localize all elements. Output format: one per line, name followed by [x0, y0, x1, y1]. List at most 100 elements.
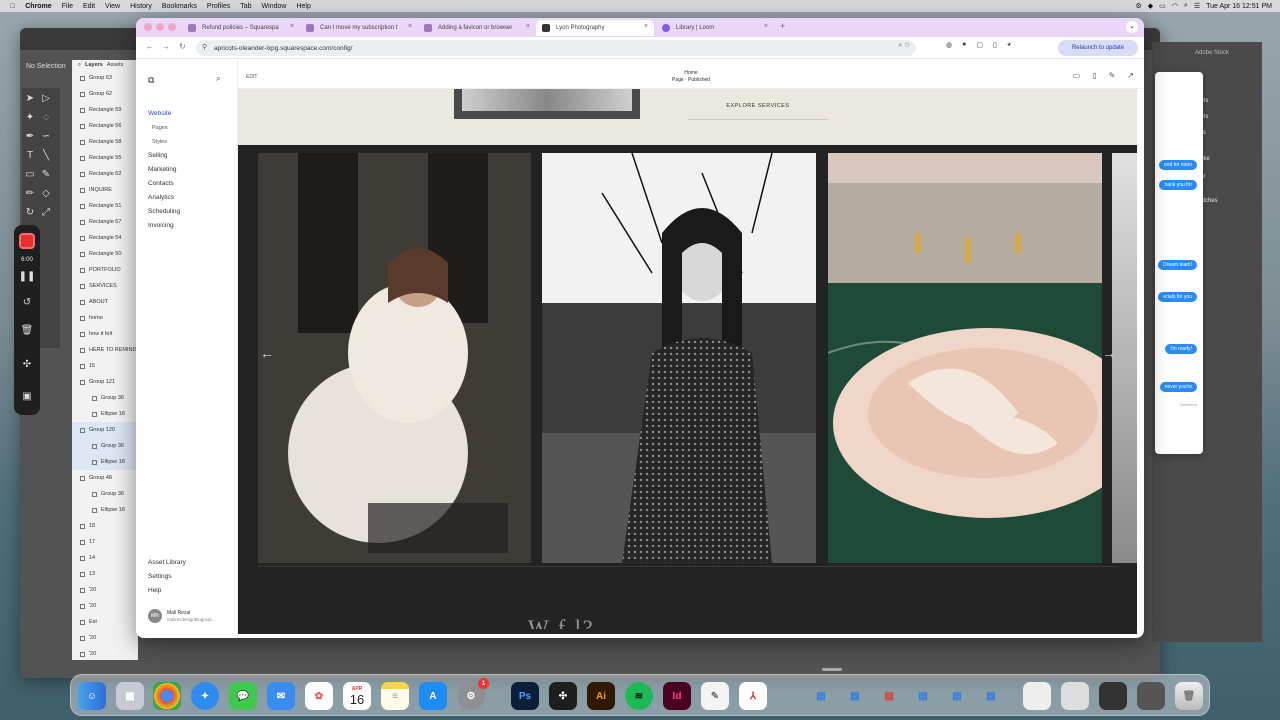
- close-tab-icon[interactable]: ×: [764, 23, 768, 30]
- layer-row[interactable]: Group 62: [72, 86, 138, 102]
- gallery-photo-shoes-sink[interactable]: [828, 153, 1102, 563]
- gallery-photo-sequin-dress[interactable]: [542, 153, 816, 563]
- restart-icon[interactable]: ↺: [14, 297, 40, 308]
- layer-row[interactable]: Group 36: [72, 486, 138, 502]
- safari-icon[interactable]: ✦: [191, 682, 219, 710]
- document-icon[interactable]: ▤: [977, 682, 1005, 710]
- layer-row[interactable]: '20: [72, 630, 138, 646]
- layer-row[interactable]: ABOUT: [72, 294, 138, 310]
- gallery-next-arrow-icon[interactable]: →: [1102, 345, 1116, 361]
- sidebar-item-website[interactable]: Website: [148, 110, 171, 117]
- layer-row[interactable]: Rectangle 51: [72, 198, 138, 214]
- tab-refund-policies[interactable]: Refund policies – Squarespa ×: [182, 20, 300, 36]
- layer-row[interactable]: Group 120: [72, 422, 138, 438]
- layer-row[interactable]: Ellipse 18: [72, 502, 138, 518]
- maximize-window-button[interactable]: [168, 23, 176, 31]
- layer-row[interactable]: Group 36: [72, 438, 138, 454]
- figma-icon[interactable]: ✣: [549, 682, 577, 710]
- eraser-tool-icon[interactable]: ◇: [39, 187, 53, 201]
- layer-row[interactable]: Rectangle 57: [72, 214, 138, 230]
- launchpad-icon[interactable]: ▦: [116, 682, 144, 710]
- layer-row[interactable]: Group 36: [72, 390, 138, 406]
- pause-icon[interactable]: ❚❚: [14, 271, 40, 282]
- line-tool-icon[interactable]: ╲: [39, 149, 53, 163]
- gallery-photo-bride[interactable]: [258, 153, 531, 563]
- explore-services-button[interactable]: EXPLORE SERVICES: [688, 103, 828, 109]
- layer-row[interactable]: '20: [72, 598, 138, 614]
- menu-bookmarks[interactable]: Bookmarks: [162, 3, 197, 10]
- document-icon[interactable]: ▤: [909, 682, 937, 710]
- tab-loom-library[interactable]: Library | Loom ×: [656, 20, 774, 36]
- layer-row[interactable]: '20: [72, 582, 138, 598]
- layer-row[interactable]: Rectangle 55: [72, 150, 138, 166]
- pencil-tool-icon[interactable]: ✏: [23, 187, 37, 201]
- menu-app-name[interactable]: Chrome: [25, 3, 51, 10]
- sidebar-item-help[interactable]: Help: [148, 587, 161, 594]
- close-tab-icon[interactable]: ×: [526, 23, 530, 30]
- extension-icon[interactable]: ▢: [976, 41, 983, 49]
- rotate-tool-icon[interactable]: ↻: [23, 206, 37, 220]
- illustrator-icon[interactable]: Ai: [587, 682, 615, 710]
- zoom-icon[interactable]: ⌕ ☆: [898, 42, 910, 50]
- extension-icon[interactable]: ●: [962, 41, 966, 49]
- magic-wand-tool-icon[interactable]: ✦: [23, 111, 37, 125]
- search-icon[interactable]: ⌕: [78, 62, 81, 69]
- layer-row[interactable]: 18: [72, 518, 138, 534]
- pen-tool-icon[interactable]: ✒: [23, 130, 37, 144]
- calendar-icon[interactable]: APR 16: [343, 682, 371, 710]
- indesign-icon[interactable]: Id: [663, 682, 691, 710]
- sidebar-item-pages[interactable]: Pages: [152, 125, 168, 131]
- finder-icon[interactable]: ☺: [78, 682, 106, 710]
- menu-tab[interactable]: Tab: [240, 3, 251, 10]
- layer-row[interactable]: Rectangle 58: [72, 134, 138, 150]
- design-icon[interactable]: ✎: [1109, 71, 1116, 80]
- sidebar-item-selling[interactable]: Selling: [148, 152, 168, 159]
- menu-edit[interactable]: Edit: [83, 3, 95, 10]
- layer-row[interactable]: Est: [72, 614, 138, 630]
- effects-icon[interactable]: ✣: [14, 359, 40, 370]
- layer-row[interactable]: 14: [72, 550, 138, 566]
- spotify-icon[interactable]: ≋: [625, 682, 653, 710]
- menu-help[interactable]: Help: [296, 3, 310, 10]
- photoshop-icon[interactable]: Ps: [511, 682, 539, 710]
- sidebar-item-styles[interactable]: Styles: [152, 139, 167, 145]
- close-tab-icon[interactable]: ×: [644, 23, 648, 30]
- layer-row[interactable]: Rectangle 56: [72, 118, 138, 134]
- rectangle-tool-icon[interactable]: ▭: [23, 168, 37, 182]
- desktop-view-icon[interactable]: ▭: [1073, 71, 1081, 80]
- sidebar-item-scheduling[interactable]: Scheduling: [148, 208, 180, 215]
- sidebar-item-marketing[interactable]: Marketing: [148, 166, 177, 173]
- sidebar-item-contacts[interactable]: Contacts: [148, 180, 174, 187]
- layers-tab[interactable]: Layers: [85, 62, 103, 68]
- extension-icon[interactable]: ◍: [946, 41, 952, 49]
- sidebar-item-settings[interactable]: Settings: [148, 573, 172, 580]
- layer-row[interactable]: home: [72, 310, 138, 326]
- new-tab-button[interactable]: +: [780, 21, 785, 31]
- sidebar-item-asset-library[interactable]: Asset Library: [148, 559, 186, 566]
- direct-select-tool-icon[interactable]: ▷: [39, 92, 53, 106]
- forward-icon[interactable]: →: [162, 42, 170, 51]
- layer-row[interactable]: Group 48: [72, 470, 138, 486]
- layer-row[interactable]: Rectangle 54: [72, 230, 138, 246]
- photos-icon[interactable]: ✿: [305, 682, 333, 710]
- gallery-prev-arrow-icon[interactable]: ←: [260, 345, 274, 361]
- document-icon[interactable]: ▤: [807, 682, 835, 710]
- sidebar-item-invoicing[interactable]: Invoicing: [148, 222, 174, 229]
- acrobat-icon[interactable]: ⅄: [739, 682, 767, 710]
- mobile-view-icon[interactable]: ▯: [1092, 71, 1096, 80]
- recent-file-icon[interactable]: [1099, 682, 1127, 710]
- menu-clock[interactable]: Tue Apr 16 12:51 PM: [1206, 3, 1272, 10]
- layer-row[interactable]: Group 121: [72, 374, 138, 390]
- close-tab-icon[interactable]: ×: [408, 23, 412, 30]
- page-title[interactable]: Home: [238, 70, 1144, 76]
- menu-file[interactable]: File: [62, 3, 73, 10]
- messages-icon[interactable]: 💬: [229, 682, 257, 710]
- calendar-file-icon[interactable]: ▤: [875, 682, 903, 710]
- side-panel-icon[interactable]: ▯: [993, 41, 997, 49]
- lasso-tool-icon[interactable]: ◌: [39, 111, 53, 125]
- battery-icon[interactable]: ▭: [1159, 2, 1166, 10]
- back-icon[interactable]: ←: [146, 42, 154, 51]
- layer-row[interactable]: '20: [72, 646, 138, 660]
- avatar[interactable]: MR: [148, 609, 162, 623]
- minimize-window-button[interactable]: [156, 23, 164, 31]
